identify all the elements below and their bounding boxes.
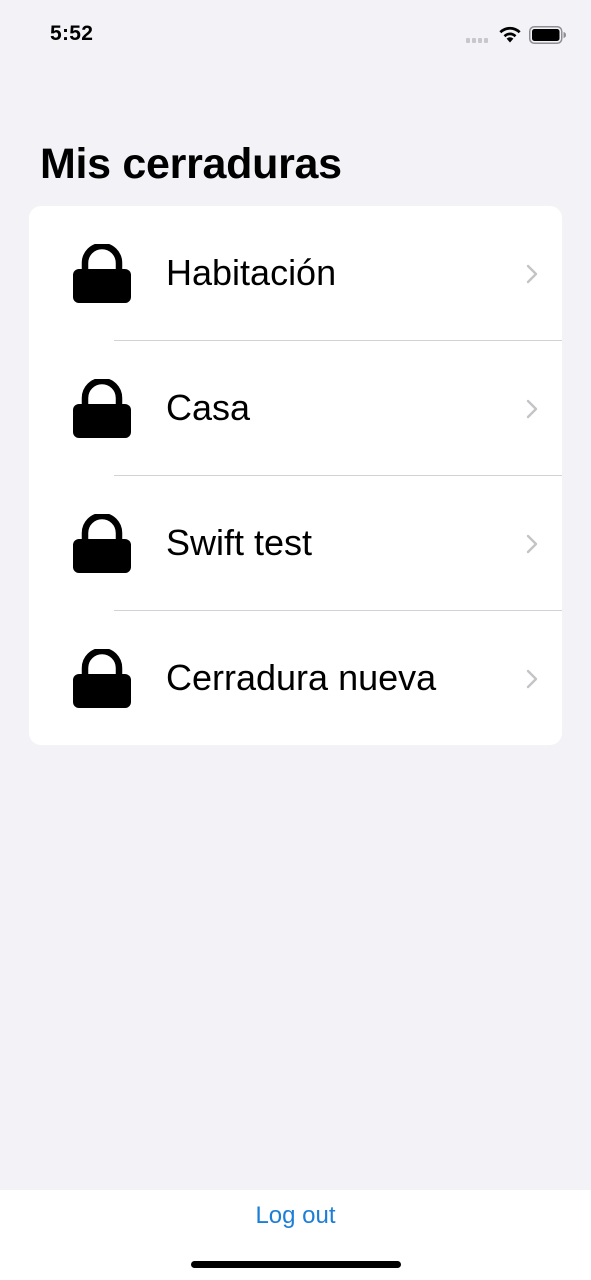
lock-list: Habitación Casa Swift test Cerradura nue… [29,206,562,745]
lock-icon [73,649,131,708]
battery-icon [529,26,566,44]
lock-icon [73,379,131,438]
lock-row-habitacion[interactable]: Habitación [29,206,562,341]
wifi-icon [499,26,521,43]
lock-name: Swift test [166,522,313,563]
status-time: 5:52 [50,22,94,45]
lock-name: Cerradura nueva [166,657,437,698]
logout-button[interactable]: Log out [0,1202,591,1230]
page-title: Mis cerraduras [40,140,342,188]
cellular-signal-icon [466,38,488,43]
chevron-right-icon [526,534,538,554]
lock-name: Casa [166,387,251,428]
lock-icon [73,514,131,573]
chevron-right-icon [526,399,538,419]
lock-row-swift-test[interactable]: Swift test [29,476,562,611]
status-bar: 5:52 [0,0,591,70]
chevron-right-icon [526,264,538,284]
lock-row-casa[interactable]: Casa [29,341,562,476]
lock-icon [73,244,131,303]
lock-row-cerradura-nueva[interactable]: Cerradura nueva [29,611,562,745]
lock-name: Habitación [166,252,337,293]
home-indicator[interactable] [191,1261,401,1268]
chevron-right-icon [526,669,538,689]
bottom-bar: Log out [0,1190,591,1280]
